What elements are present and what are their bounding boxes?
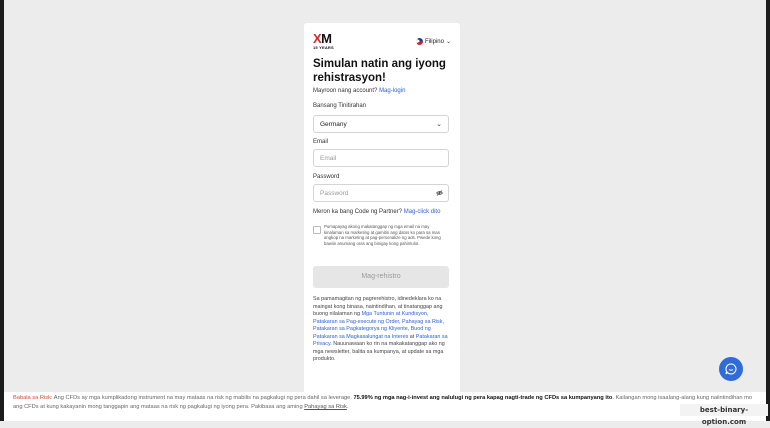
- site-watermark: best-binary-option.com: [680, 404, 768, 426]
- email-placeholder: Email: [320, 155, 337, 162]
- window-edge-right: [766, 0, 770, 421]
- language-label: Filipino: [424, 38, 444, 45]
- password-placeholder: Password: [320, 190, 349, 197]
- country-label: Bansang Tinitirahan: [313, 103, 367, 109]
- legal-declaration: Sa pamamagitan ng pagrerehistro, idinede…: [313, 296, 451, 364]
- risk-end: .: [346, 404, 349, 410]
- partner-prompt: Meron ka bang Code ng Partner?: [313, 209, 403, 215]
- chevron-down-icon: ⌄: [436, 121, 442, 128]
- logo-x: X: [313, 31, 322, 46]
- risk-warning-label: Babala sa Risk:: [13, 395, 53, 401]
- marketing-consent-checkbox[interactable]: [313, 226, 321, 234]
- country-select[interactable]: Germany ⌄: [313, 115, 449, 133]
- password-field[interactable]: Password: [313, 184, 449, 202]
- eye-slash-icon[interactable]: [436, 190, 443, 196]
- register-button[interactable]: Mag-rehistro: [313, 266, 449, 288]
- risk-statement-link[interactable]: Pahayag sa Risk: [304, 404, 347, 410]
- risk-statistic: 75.99% ng mga nag-i-invest ang nalulugi …: [353, 395, 613, 401]
- email-field[interactable]: Email: [313, 149, 449, 167]
- window-edge-left: [0, 0, 4, 421]
- legal-mid: at: [408, 333, 416, 340]
- xm-logo: XM 15 YEARS: [313, 32, 339, 52]
- login-link[interactable]: Mag-login: [379, 88, 405, 94]
- page-title: Simulan natin ang iyong rehistrasyon!: [313, 58, 446, 84]
- partner-code-line: Meron ka bang Code ng Partner? Mag-click…: [313, 209, 440, 215]
- partner-code-link[interactable]: Mag-click dito: [404, 209, 441, 215]
- chat-button[interactable]: [719, 357, 743, 381]
- philippines-flag-icon: [415, 38, 423, 45]
- chat-icon: [725, 363, 737, 375]
- login-prompt-line: Mayroon nang account? Mag-login: [313, 88, 405, 94]
- login-prompt: Mayroon nang account?: [313, 88, 378, 94]
- registration-card: XM 15 YEARS Filipino ⌄ Simulan natin ang…: [304, 23, 460, 395]
- consent-text: Pumapayag akong makatanggap ng mga email…: [324, 224, 441, 246]
- language-selector[interactable]: Filipino ⌄: [415, 37, 451, 46]
- risk-warning-bar: Babala sa Risk: Ang CFDs ay mga kumplika…: [4, 392, 766, 421]
- legal-post: . Nauunawaan ko rin na makakatanggap ako…: [313, 341, 445, 362]
- password-label: Password: [313, 174, 340, 180]
- chevron-down-icon: ⌄: [445, 39, 451, 45]
- risk-text-1: Ang CFDs ay mga kumplikadong instrument …: [52, 395, 354, 401]
- logo-years: 15 YEARS: [313, 45, 334, 50]
- logo-m: M: [321, 31, 332, 46]
- country-value: Germany: [320, 121, 347, 128]
- email-label: Email: [313, 139, 329, 145]
